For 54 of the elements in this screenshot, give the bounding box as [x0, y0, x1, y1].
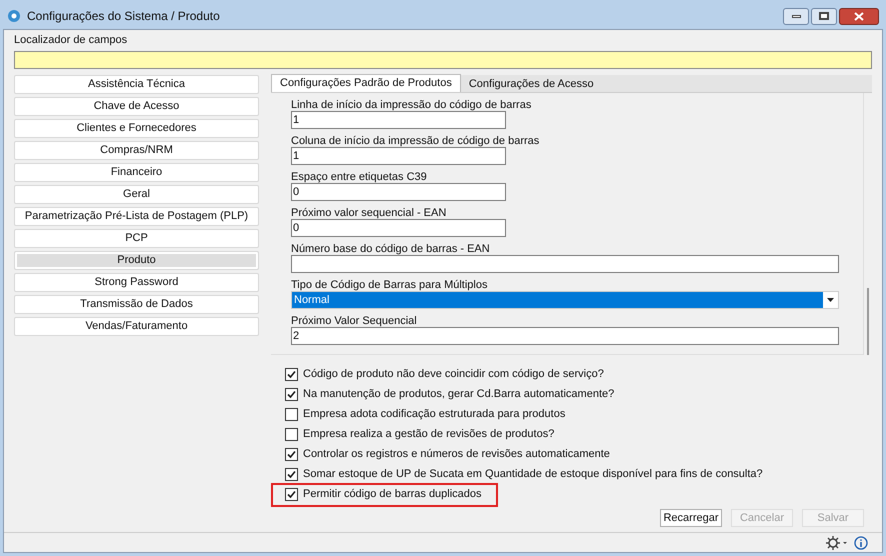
- input-field[interactable]: [291, 254, 839, 272]
- sidebar-item[interactable]: PCP: [14, 228, 259, 248]
- sidebar-item[interactable]: Financeiro: [14, 162, 259, 182]
- input-field[interactable]: 1: [291, 146, 506, 164]
- close-icon: [854, 12, 864, 20]
- checkbox-label: Somar estoque de UP de Sucata em Quantidade de estoque disponível para fins de consulta?: [303, 467, 763, 482]
- checkbox[interactable]: [285, 468, 298, 481]
- sidebar-item[interactable]: Produto: [14, 250, 259, 270]
- maximize-button[interactable]: [811, 8, 837, 24]
- minimize-button[interactable]: [783, 8, 809, 24]
- field-label: Coluna de início da impressão de código de barras: [291, 134, 540, 146]
- checkbox[interactable]: [285, 488, 298, 501]
- caret-icon: [827, 298, 834, 302]
- settings-icon[interactable]: [826, 536, 848, 550]
- checkbox[interactable]: [285, 408, 298, 421]
- checkbox[interactable]: [285, 428, 298, 441]
- sidebar-item[interactable]: Clientes e Fornecedores: [14, 118, 259, 138]
- field-label: Espaço entre etiquetas C39: [291, 170, 428, 182]
- locator-field[interactable]: [14, 50, 872, 68]
- close-button[interactable]: [839, 8, 879, 24]
- checkbox-label: Empresa realiza a gestão de revisões de produtos?: [303, 427, 554, 442]
- window-title: Configurações do Sistema / Produto: [27, 8, 220, 25]
- sidebar-item[interactable]: Transmissão de Dados: [14, 294, 259, 314]
- info-icon[interactable]: [854, 536, 868, 550]
- checkbox-label: Empresa adota codificação estruturada para produtos: [303, 407, 566, 422]
- input-field[interactable]: 0: [291, 218, 506, 236]
- input-field[interactable]: 0: [291, 182, 506, 200]
- checkbox-label: Controlar os registros e números de revisões automaticamente: [303, 447, 610, 462]
- tab[interactable]: Configurações de Acesso: [460, 76, 602, 92]
- scrollbar[interactable]: [867, 288, 869, 354]
- field-label: Número base do código de barras - EAN: [291, 242, 491, 254]
- field-label: Tipo de Código de Barras para Múltiplos: [291, 278, 488, 290]
- sidebar-item[interactable]: Geral: [14, 184, 259, 204]
- checkbox[interactable]: [285, 388, 298, 401]
- sidebar-item[interactable]: Strong Password: [14, 272, 259, 292]
- field-label: Linha de início da impressão do código de barras: [291, 98, 532, 110]
- sidebar-item[interactable]: Compras/NRM: [14, 140, 259, 160]
- sidebar-item[interactable]: Parametrização Pré-Lista de Postagem (PLP): [14, 206, 259, 226]
- checkbox-label: Na manutenção de produtos, gerar Cd.Barra automaticamente?: [303, 387, 614, 402]
- checkbox[interactable]: [285, 368, 298, 381]
- input-field[interactable]: 1: [291, 110, 506, 128]
- checkbox-label: Permitir código de barras duplicados: [303, 487, 482, 502]
- field-label: Próximo Valor Sequencial: [291, 314, 418, 326]
- input-field[interactable]: 2: [291, 326, 839, 344]
- field-label: Próximo valor sequencial - EAN: [291, 206, 448, 218]
- app-logo-icon: [7, 9, 21, 23]
- sidebar-item[interactable]: Chave de Acesso: [14, 96, 259, 116]
- sidebar-item[interactable]: Vendas/Faturamento: [14, 316, 259, 336]
- action-button[interactable]: Recarregar: [660, 508, 722, 526]
- sidebar-item[interactable]: Assistência Técnica: [14, 74, 259, 94]
- checkbox-label: Código de produto não deve coincidir com código de serviço?: [303, 367, 604, 382]
- locator-label: Localizador de campos: [14, 33, 128, 48]
- tab[interactable]: Configurações Padrão de Produtos: [271, 74, 461, 92]
- checkbox[interactable]: [285, 448, 298, 461]
